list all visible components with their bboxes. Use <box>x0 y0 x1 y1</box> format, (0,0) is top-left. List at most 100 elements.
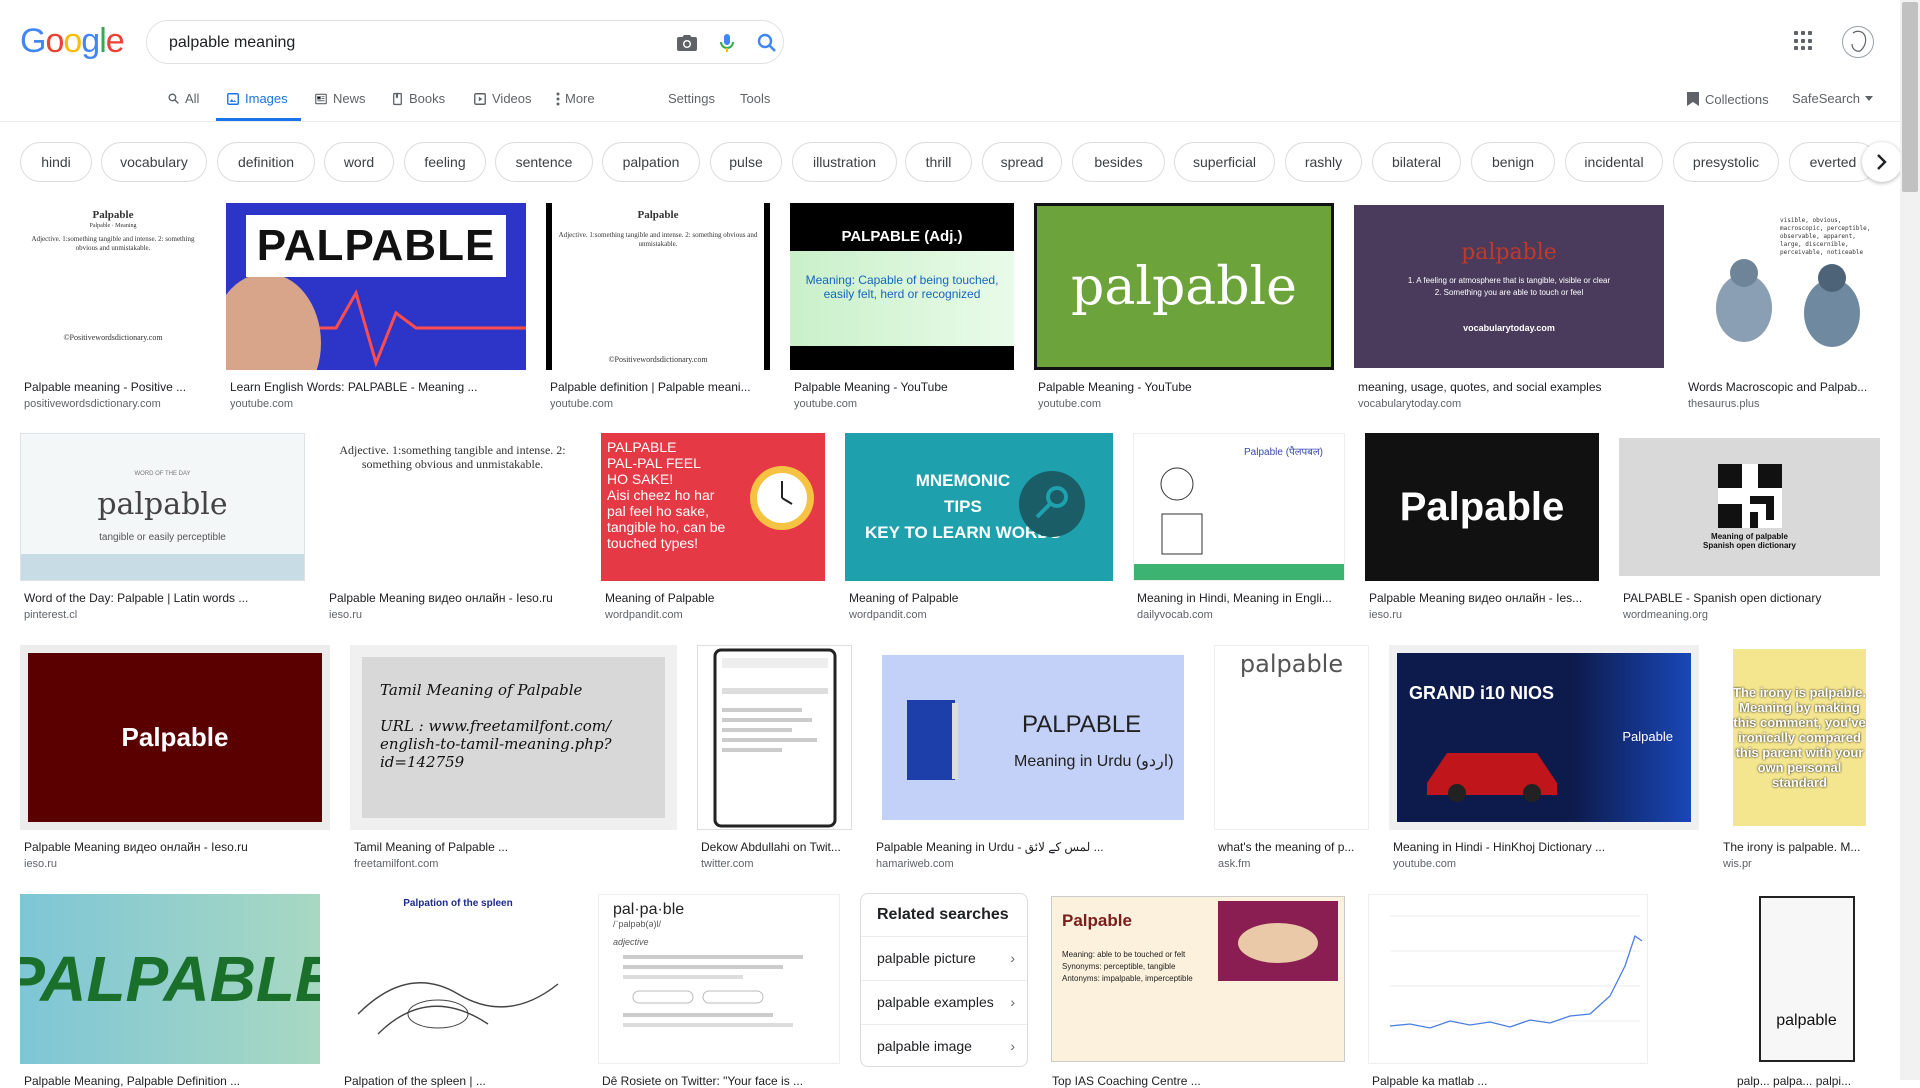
result-title[interactable]: Meaning in Hindi - HinKhoj Dictionary ..… <box>1393 840 1693 854</box>
result-thumb[interactable]: Palpable <box>20 645 330 830</box>
tab-images[interactable]: Images <box>226 91 288 106</box>
result-title[interactable]: Palpable meaning - Positive ... <box>24 380 204 394</box>
chip-pulse[interactable]: pulse <box>710 142 782 182</box>
result-title[interactable]: Palpation of the spleen | ... <box>344 1074 574 1088</box>
result-source[interactable]: youtube.com <box>1038 398 1218 410</box>
result-source[interactable]: ask.fm <box>1218 858 1368 870</box>
result-thumb[interactable]: Tamil Meaning of Palpable URL : www.free… <box>350 645 677 830</box>
related-search-item[interactable]: palpable image › <box>861 1024 1027 1068</box>
result-source[interactable]: youtube.com <box>1393 858 1573 870</box>
result-source[interactable]: wordpandit.com <box>849 609 1029 621</box>
result-thumb[interactable] <box>697 645 852 830</box>
result-thumb[interactable]: palpable <box>1214 645 1369 830</box>
search-box[interactable] <box>146 20 784 64</box>
settings-link[interactable]: Settings <box>668 91 715 106</box>
result-source[interactable]: dailyvocab.com <box>1137 609 1317 621</box>
result-title[interactable]: The irony is palpable. M... <box>1723 840 1878 854</box>
result-thumb[interactable]: Meaning of palpable Spanish open diction… <box>1619 438 1880 576</box>
chip-superficial[interactable]: superficial <box>1174 142 1275 182</box>
result-thumb[interactable]: Palpation of the spleen <box>340 894 576 1064</box>
result-thumb[interactable] <box>1368 894 1648 1064</box>
result-source[interactable]: ieso.ru <box>1369 609 1549 621</box>
search-icon[interactable] <box>755 31 779 55</box>
result-title[interactable]: Meaning in Hindi, Meaning in Engli... <box>1137 591 1342 605</box>
result-source[interactable]: youtube.com <box>794 398 974 410</box>
microphone-icon[interactable] <box>715 31 739 55</box>
result-source[interactable]: freetamilfont.com <box>354 858 534 870</box>
tools-link[interactable]: Tools <box>740 91 770 106</box>
result-source[interactable]: vocabularytoday.com <box>1358 398 1538 410</box>
result-source[interactable]: hamariweb.com <box>876 858 1056 870</box>
tab-all[interactable]: All <box>167 91 199 106</box>
result-thumb[interactable]: palpable <box>1733 894 1880 1064</box>
result-source[interactable]: positivewordsdictionary.com <box>24 398 204 410</box>
result-title[interactable]: Words Macroscopic and Palpab... <box>1688 380 1876 394</box>
tab-more[interactable]: More <box>556 91 595 106</box>
chip-incidental[interactable]: incidental <box>1565 142 1663 182</box>
chip-thrill[interactable]: thrill <box>905 142 972 182</box>
result-title[interactable]: Learn English Words: PALPABLE - Meaning … <box>230 380 520 394</box>
chip-word[interactable]: word <box>324 142 394 182</box>
tab-news[interactable]: News <box>314 91 366 106</box>
chip-hindi[interactable]: hindi <box>20 142 92 182</box>
chip-bilateral[interactable]: bilateral <box>1372 142 1461 182</box>
result-source[interactable]: youtube.com <box>230 398 410 410</box>
result-title[interactable]: what's the meaning of p... <box>1218 840 1368 854</box>
result-title[interactable]: meaning, usage, quotes, and social examp… <box>1358 380 1658 394</box>
result-thumb[interactable]: GRAND i10 NIOS Palpable <box>1389 645 1699 830</box>
result-title[interactable]: Dê Rosiete on Twitter: "Your face is ... <box>602 1074 838 1088</box>
chip-feeling[interactable]: feeling <box>404 142 486 182</box>
result-title[interactable]: Palpable definition | Palpable meani... <box>550 380 760 394</box>
result-title[interactable]: Palpable Meaning видео онлайн - Ies... <box>1369 591 1594 605</box>
collections-link[interactable]: Collections <box>1686 91 1769 107</box>
result-title[interactable]: Palpable Meaning in Urdu - لمس کے لائق .… <box>876 840 1176 854</box>
result-thumb[interactable]: Palpable Meaning: able to be touched or … <box>1048 894 1348 1064</box>
chip-besides[interactable]: besides <box>1072 142 1165 182</box>
result-thumb[interactable]: palpable <box>1034 203 1334 370</box>
result-thumb[interactable]: pal·pa·ble /ˈpalpəb(ə)l/ adjective <box>598 894 840 1064</box>
result-thumb[interactable]: PALPABLE PAL-PAL FEEL HO SAKE! Aisi chee… <box>601 433 825 581</box>
result-thumb[interactable]: MNEMONIC TIPS KEY TO LEARN WORDS <box>845 433 1113 581</box>
result-title[interactable]: Palpable Meaning, Palpable Definition ..… <box>24 1074 314 1088</box>
result-source[interactable]: wis.pr <box>1723 858 1873 870</box>
result-title[interactable]: Palpable Meaning - YouTube <box>1038 380 1328 394</box>
chip-palpation[interactable]: palpation <box>602 142 700 182</box>
related-search-item[interactable]: palpable picture › <box>861 936 1027 980</box>
result-thumb[interactable]: Palpable Palpable · Meaning Adjective. 1… <box>20 203 206 370</box>
result-source[interactable]: wordpandit.com <box>605 609 785 621</box>
tab-videos[interactable]: Videos <box>473 91 532 106</box>
chip-sentence[interactable]: sentence <box>495 142 593 182</box>
result-thumb[interactable]: PALPABLE Meaning in Urdu (اردو) <box>872 645 1194 830</box>
related-search-item[interactable]: palpable examples › <box>861 980 1027 1024</box>
result-thumb[interactable]: Palpable <box>1365 433 1599 581</box>
result-thumb[interactable]: The irony is palpable. Meaning by making… <box>1719 645 1880 830</box>
search-input[interactable] <box>167 31 651 55</box>
chip-presystolic[interactable]: presystolic <box>1673 142 1779 182</box>
result-title[interactable]: Tamil Meaning of Palpable ... <box>354 840 654 854</box>
result-thumb[interactable]: PALPABLE (Adj.) Meaning: Capable of bein… <box>790 203 1014 370</box>
camera-icon[interactable] <box>675 31 699 55</box>
chip-vocabulary[interactable]: vocabulary <box>101 142 207 182</box>
apps-grid-icon[interactable] <box>1794 31 1814 51</box>
result-title[interactable]: Dekow Abdullahi on Twit... <box>701 840 851 854</box>
avatar[interactable] <box>1842 26 1874 58</box>
result-title[interactable]: Palpable Meaning видео онлайн - Ieso.ru <box>24 840 324 854</box>
result-title[interactable]: Palpable Meaning - YouTube <box>794 380 1004 394</box>
result-title[interactable]: Meaning of Palpable <box>849 591 1099 605</box>
result-thumb[interactable]: WORD OF THE DAY palpable tangible or eas… <box>20 433 305 581</box>
result-source[interactable]: pinterest.cl <box>24 609 204 621</box>
result-title[interactable]: Meaning of Palpable <box>605 591 815 605</box>
result-title[interactable]: Top IAS Coaching Centre ... <box>1052 1074 1342 1088</box>
result-source[interactable]: thesaurus.plus <box>1688 398 1868 410</box>
chip-benign[interactable]: benign <box>1471 142 1555 182</box>
result-title[interactable]: Word of the Day: Palpable | Latin words … <box>24 591 294 605</box>
result-thumb[interactable]: Palpable Adjective. 1:something tangible… <box>546 203 770 370</box>
chip-illustration[interactable]: illustration <box>792 142 897 182</box>
result-thumb[interactable]: Adjective. 1:something tangible and inte… <box>325 433 580 581</box>
tab-books[interactable]: Books <box>391 91 445 106</box>
result-thumb[interactable]: Palpable (पैलपबल) <box>1133 433 1345 581</box>
result-source[interactable]: ieso.ru <box>24 858 204 870</box>
result-thumb[interactable]: PALPABLE <box>226 203 526 370</box>
safesearch-menu[interactable]: SafeSearch <box>1792 91 1873 106</box>
scrollbar-thumb[interactable] <box>1902 2 1918 192</box>
